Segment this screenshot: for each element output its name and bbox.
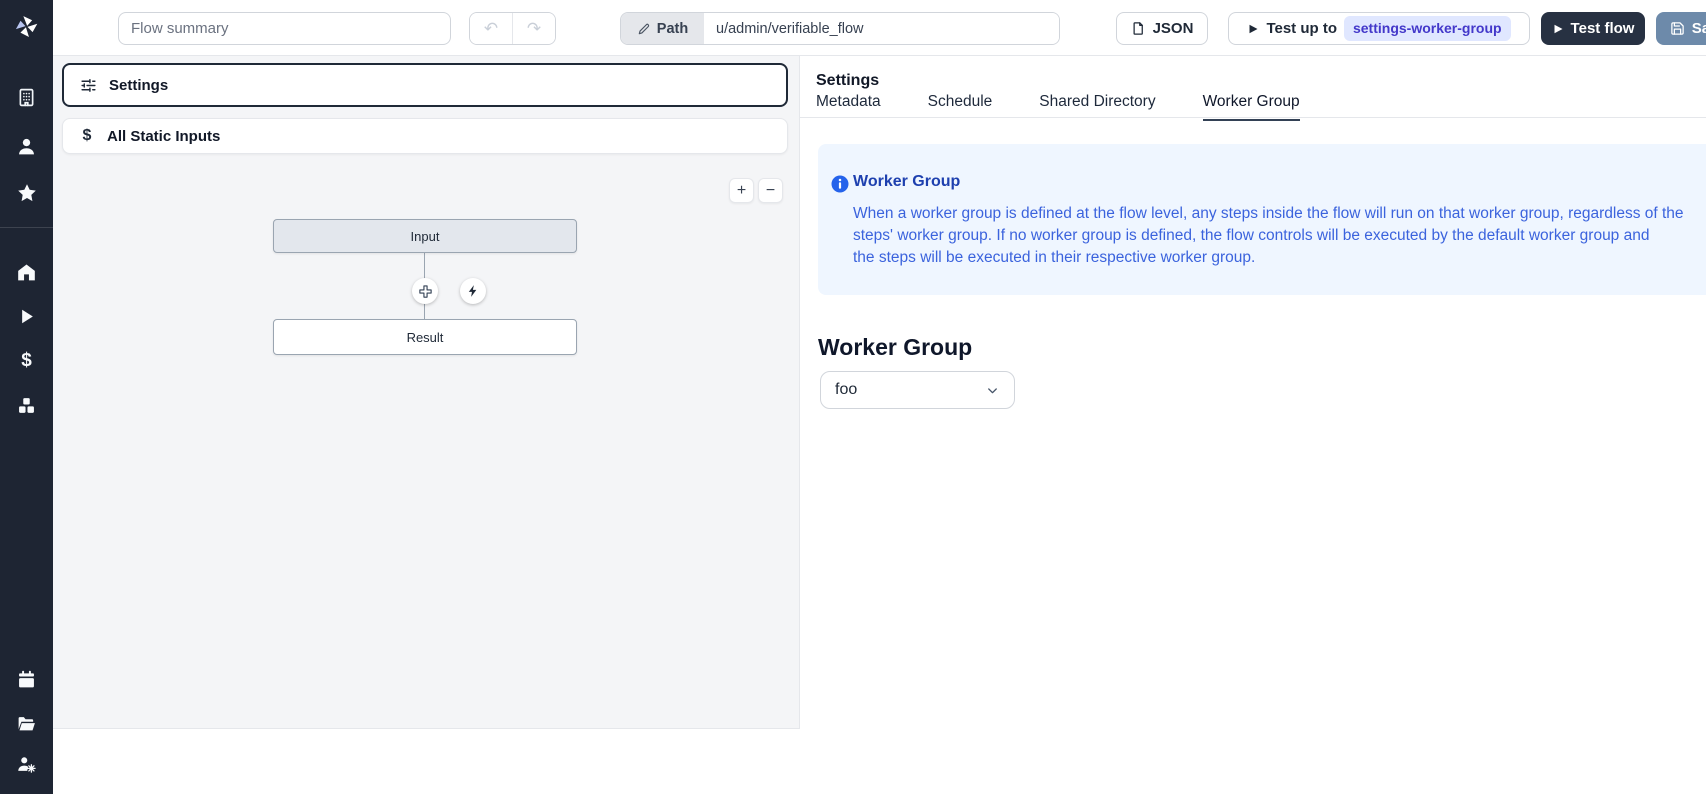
info-body-line: the steps will be executed in their resp… [853, 247, 1684, 269]
undo-button[interactable]: ↶ [470, 13, 513, 44]
info-banner-title: Worker Group [853, 173, 960, 191]
test-up-to-button[interactable]: Test up to settings-worker-group [1228, 12, 1530, 45]
sliders-icon [80, 77, 97, 94]
add-step-button[interactable] [412, 278, 438, 304]
flow-bottom-area [53, 729, 800, 794]
file-json-icon [1131, 21, 1146, 36]
save-draft-label: Save draft [1692, 20, 1706, 37]
info-banner-body: When a worker group is defined at the fl… [853, 203, 1684, 269]
play-icon [1247, 23, 1259, 35]
path-value: u/admin/verifiable_flow [716, 21, 864, 37]
user-icon[interactable] [13, 133, 40, 160]
path-edit-button[interactable]: Path [621, 13, 704, 44]
all-static-inputs-label: All Static Inputs [107, 128, 220, 145]
result-node[interactable]: Result [273, 319, 577, 355]
sidebar-divider [0, 227, 53, 228]
dollar-icon: $ [79, 127, 95, 145]
worker-group-badge: settings-worker-group [1344, 16, 1511, 40]
undo-icon: ↶ [484, 19, 498, 39]
save-draft-button[interactable]: Save draft [1656, 12, 1706, 45]
plus-icon [418, 284, 433, 299]
info-body-line: steps' worker group. If no worker group … [853, 225, 1684, 247]
pencil-icon [637, 22, 651, 36]
worker-group-select[interactable]: foo [820, 371, 1015, 409]
path-group: Path u/admin/verifiable_flow [620, 12, 1060, 45]
play-icon [1552, 23, 1564, 35]
chevron-down-icon [985, 383, 1000, 398]
schedules-calendar-icon[interactable] [13, 666, 40, 693]
workspace-building-icon[interactable] [13, 84, 40, 111]
windmill-logo-icon[interactable] [13, 13, 40, 40]
info-icon [831, 175, 849, 193]
trigger-bolt-button[interactable] [460, 278, 486, 304]
star-icon[interactable] [13, 179, 40, 206]
zoom-in-button[interactable]: + [729, 178, 754, 203]
sidebar: $ [0, 0, 53, 794]
worker-group-section-title: Worker Group [818, 334, 972, 361]
all-static-inputs-item[interactable]: $ All Static Inputs [62, 118, 788, 154]
variables-dollar-icon[interactable]: $ [13, 347, 40, 374]
worker-group-info-banner: Worker Group When a worker group is defi… [818, 144, 1706, 295]
test-flow-label: Test flow [1571, 20, 1635, 37]
flow-editor-panel: Settings $ All Static Inputs + − Input R… [53, 56, 800, 794]
worker-group-selected-value: foo [835, 381, 857, 399]
input-node-label: Input [411, 229, 440, 244]
flow-summary-input[interactable] [118, 12, 451, 45]
json-label: JSON [1153, 20, 1194, 37]
home-icon[interactable] [13, 259, 40, 286]
test-flow-button[interactable]: Test flow [1541, 12, 1645, 45]
undo-redo-group: ↶ ↷ [469, 12, 556, 45]
settings-panel-title: Settings [816, 72, 879, 90]
windmill-flow-editor: $ [0, 0, 1706, 794]
test-up-to-label: Test up to [1266, 20, 1337, 37]
tabs-divider [800, 117, 1706, 118]
groups-users-gear-icon[interactable] [13, 750, 40, 777]
topbar: ↶ ↷ Path u/admin/verifiable_flow JSON Te… [53, 0, 1706, 56]
redo-icon: ↷ [527, 19, 541, 39]
folders-icon[interactable] [13, 710, 40, 737]
result-node-label: Result [407, 330, 444, 345]
bolt-icon [466, 284, 480, 298]
flow-settings-label: Settings [109, 77, 168, 94]
redo-button[interactable]: ↷ [513, 13, 555, 44]
info-body-line: When a worker group is defined at the fl… [853, 203, 1684, 225]
settings-panel: Settings Metadata Schedule Shared Direct… [800, 56, 1706, 794]
json-button[interactable]: JSON [1116, 12, 1208, 45]
path-label: Path [657, 21, 688, 37]
input-node[interactable]: Input [273, 219, 577, 253]
flow-settings-item[interactable]: Settings [62, 63, 788, 107]
save-icon [1670, 21, 1685, 36]
resources-boxes-icon[interactable] [13, 392, 40, 419]
zoom-out-button[interactable]: − [758, 178, 783, 203]
runs-play-icon[interactable] [13, 303, 40, 330]
path-value-input[interactable]: u/admin/verifiable_flow [704, 13, 1059, 44]
